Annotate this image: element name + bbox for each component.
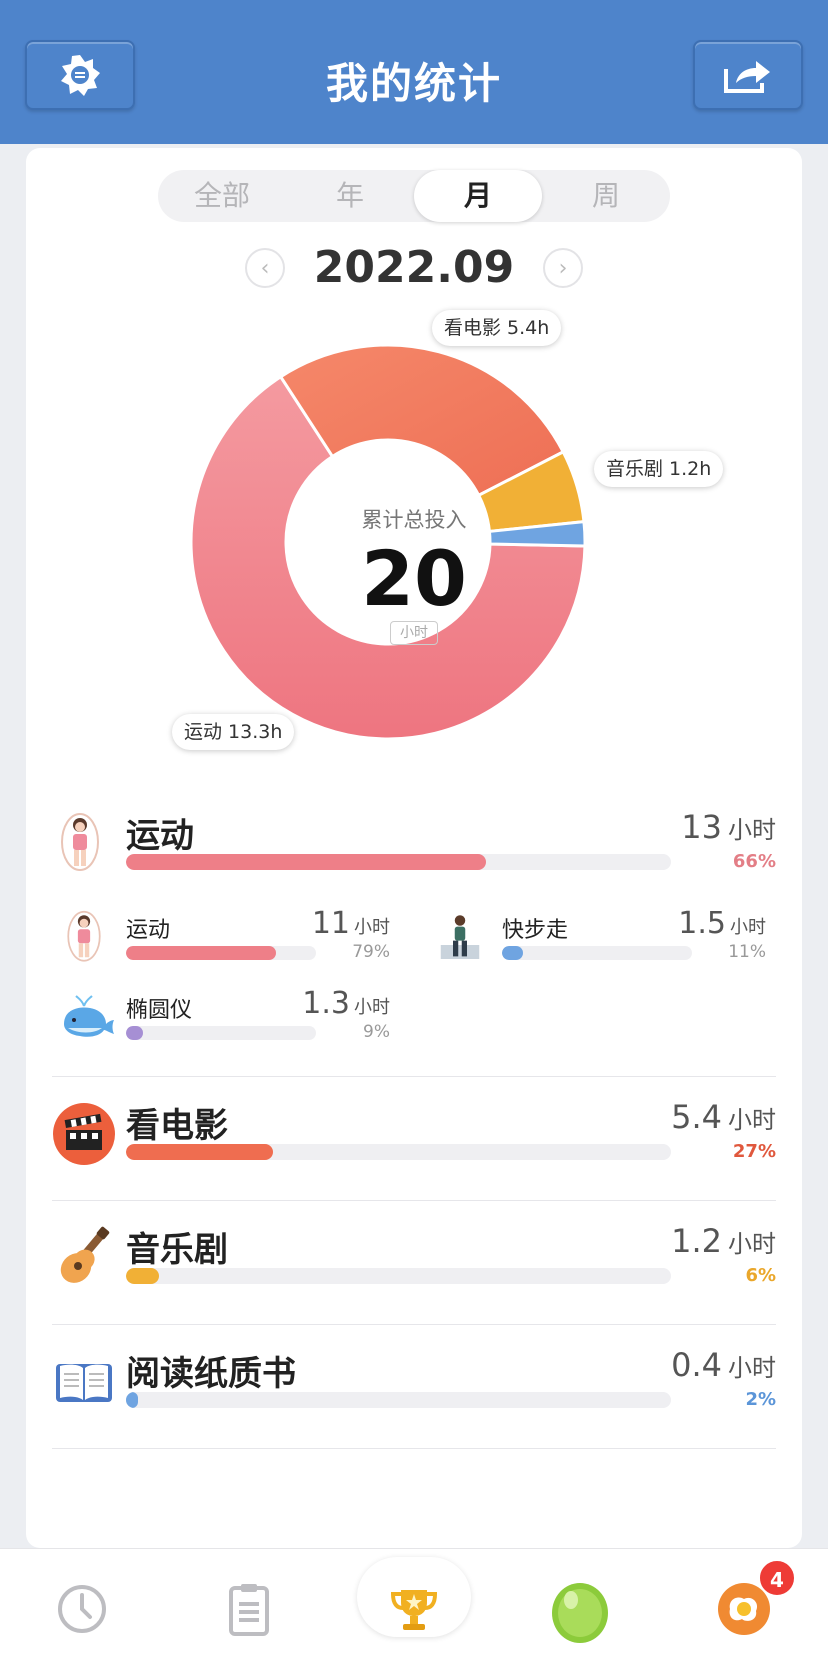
progress-fill bbox=[126, 854, 486, 870]
progress-fill bbox=[126, 946, 277, 960]
sub-item-hours: 1.5 小时 bbox=[678, 906, 766, 941]
trophy-icon bbox=[390, 1590, 438, 1630]
sub-item-percent: 9% bbox=[363, 1022, 390, 1042]
category-hours: 13 小时 bbox=[681, 808, 776, 846]
sub-progress-bar bbox=[502, 946, 692, 960]
category-name: 运动 bbox=[126, 816, 194, 856]
whale-icon bbox=[64, 995, 114, 1037]
app-header: 我的统计 bbox=[0, 0, 828, 144]
share-icon bbox=[724, 61, 770, 93]
tab-trophy[interactable] bbox=[384, 1579, 444, 1639]
sub-item-name: 运动 bbox=[126, 918, 171, 943]
share-button[interactable] bbox=[693, 40, 803, 110]
category-reading[interactable]: 阅读纸质书 0.4 小时 2% bbox=[26, 1336, 802, 1446]
progress-fill bbox=[126, 1144, 274, 1160]
category-hours: 1.2 小时 bbox=[671, 1222, 776, 1260]
divider bbox=[52, 1200, 776, 1201]
category-progress-bar bbox=[126, 854, 671, 870]
jump-rope-girl-icon bbox=[67, 910, 101, 962]
center-label: 累计总投入 bbox=[361, 508, 467, 532]
tab-clock[interactable] bbox=[52, 1579, 112, 1639]
progress-fill bbox=[126, 1026, 144, 1040]
green-egg-icon bbox=[552, 1583, 608, 1643]
clock-icon bbox=[58, 1585, 106, 1633]
category-hours: 0.4 小时 bbox=[671, 1346, 776, 1384]
category-percent: 27% bbox=[732, 1141, 776, 1162]
category-name: 音乐剧 bbox=[126, 1230, 228, 1270]
progress-fill bbox=[126, 1392, 138, 1408]
center-unit: 小时 bbox=[390, 621, 438, 645]
category-percent: 6% bbox=[745, 1265, 776, 1286]
sub-item-percent: 79% bbox=[352, 942, 390, 962]
category-musical[interactable]: 音乐剧 1.2 小时 6% bbox=[26, 1212, 802, 1322]
clipboard-icon bbox=[229, 1584, 269, 1636]
category-name: 阅读纸质书 bbox=[126, 1354, 296, 1394]
category-movie[interactable]: 看电影 5.4 小时 27% bbox=[26, 1088, 802, 1198]
category-percent: 66% bbox=[732, 851, 776, 872]
sub-item-elliptical[interactable]: 椭圆仪 1.3 小时 9% bbox=[60, 986, 390, 1058]
category-sport[interactable]: 运动 13 小时 66% 运动 11 小时 79% 快步走 1.5 小时 11%… bbox=[26, 798, 802, 1078]
category-percent: 2% bbox=[745, 1389, 776, 1410]
sub-item-hours: 1.3 小时 bbox=[302, 986, 390, 1021]
sub-item-name: 椭圆仪 bbox=[126, 998, 193, 1023]
category-progress-bar bbox=[126, 1268, 671, 1284]
sub-item-percent: 11% bbox=[728, 942, 766, 962]
category-progress-bar bbox=[126, 1144, 671, 1160]
sub-progress-bar bbox=[126, 1026, 316, 1040]
bottom-tab-bar: 4 bbox=[0, 1548, 828, 1670]
category-name: 看电影 bbox=[126, 1106, 228, 1146]
category-progress-bar bbox=[126, 1392, 671, 1408]
walking-man-icon bbox=[440, 915, 480, 959]
open-book-icon bbox=[56, 1364, 112, 1402]
progress-fill bbox=[502, 946, 523, 960]
jump-rope-girl-icon bbox=[61, 813, 99, 871]
center-total: 20 bbox=[361, 534, 467, 623]
sub-item-sport[interactable]: 运动 11 小时 79% bbox=[60, 906, 390, 978]
sub-progress-bar bbox=[126, 946, 316, 960]
tab-clipboard[interactable] bbox=[219, 1579, 279, 1639]
slice-label-sport: 运动 13.3h bbox=[172, 714, 295, 750]
divider bbox=[52, 1324, 776, 1325]
slice-label-musical: 音乐剧 1.2h bbox=[594, 451, 724, 487]
sub-item-brisk-walk[interactable]: 快步走 1.5 小时 11% bbox=[436, 906, 766, 978]
progress-fill bbox=[126, 1268, 159, 1284]
notification-badge: 4 bbox=[758, 1559, 796, 1597]
ukulele-icon bbox=[60, 1226, 110, 1283]
clapperboard-icon bbox=[53, 1103, 115, 1165]
slice-label-movie: 看电影 5.4h bbox=[432, 310, 562, 346]
divider bbox=[52, 1448, 776, 1449]
tab-green-egg[interactable] bbox=[548, 1579, 612, 1643]
stats-card: 全部 年 月 周 ‹ 2022.09 › 累计总投入 20 小时 看电影 5.4… bbox=[26, 148, 802, 1548]
divider bbox=[52, 1076, 776, 1077]
category-hours: 5.4 小时 bbox=[671, 1098, 776, 1136]
sub-item-name: 快步走 bbox=[502, 918, 569, 943]
sub-item-hours: 11 小时 bbox=[311, 906, 390, 941]
